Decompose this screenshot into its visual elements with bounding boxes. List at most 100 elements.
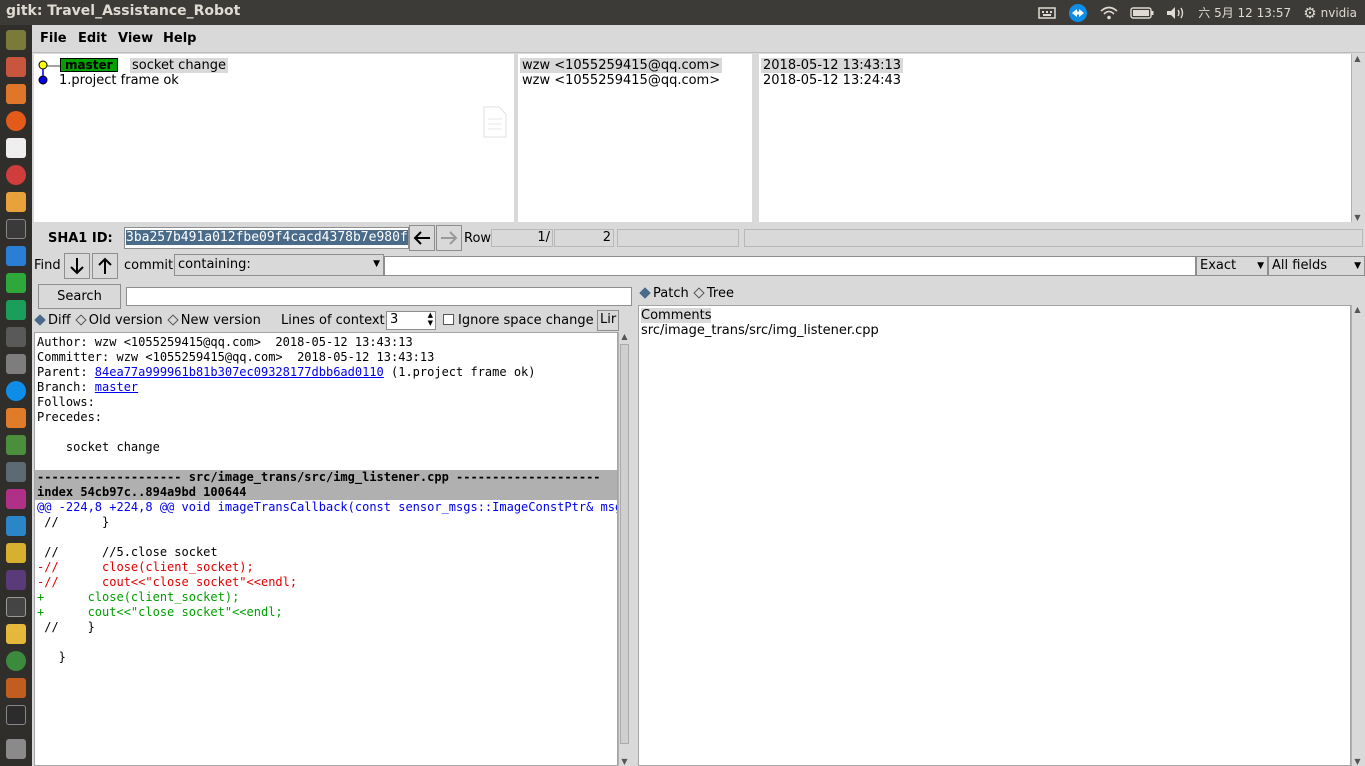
menu-help[interactable]: Help [163, 31, 196, 46]
android-studio-icon[interactable] [6, 651, 26, 671]
find-fields-select[interactable]: All fields ▼ [1268, 256, 1365, 276]
document-icon [483, 106, 507, 138]
file-list-pane[interactable]: Comments src/image_trans/src/img_listene… [638, 305, 1351, 766]
wps-sheet-icon[interactable] [6, 273, 26, 293]
files-icon[interactable] [6, 57, 26, 77]
session-menu[interactable]: ⚙ nvidia [1303, 4, 1357, 22]
commit-date[interactable]: 2018-05-12 13:43:13 [761, 58, 904, 73]
system-monitor-icon[interactable] [6, 327, 26, 347]
gitk-icon[interactable] [6, 678, 26, 698]
scroll-up-icon[interactable]: ▲ [1352, 54, 1363, 63]
app-icon-13[interactable] [6, 354, 26, 374]
firefox-icon[interactable] [6, 111, 26, 131]
radio-icon [693, 287, 705, 299]
scroll-down-icon[interactable]: ▼ [619, 757, 630, 766]
app-icon-26[interactable] [6, 705, 26, 725]
spin-arrows-icon[interactable]: ▲ ▼ [428, 312, 433, 327]
dash-icon[interactable] [6, 30, 26, 50]
wifi-icon[interactable] [1100, 6, 1118, 20]
keyboard-icon[interactable] [1038, 6, 1056, 20]
old-version-radio[interactable]: Old version [75, 313, 163, 328]
tree-radio[interactable]: Tree [693, 286, 734, 301]
radio-selected-icon [639, 287, 651, 299]
trash-icon[interactable] [6, 739, 26, 759]
ignore-space-checkbox[interactable]: Ignore space change [443, 313, 594, 328]
teamviewer-icon[interactable] [1068, 3, 1088, 23]
find-input[interactable] [384, 256, 1196, 276]
file-list-item[interactable]: src/image_trans/src/img_listener.cpp [641, 323, 1348, 338]
app-icon-20[interactable] [6, 543, 26, 563]
text-editor-icon[interactable] [6, 138, 26, 158]
terminal-icon[interactable] [6, 219, 26, 239]
menu-view[interactable]: View [118, 31, 153, 46]
row-label: Row [464, 231, 492, 246]
diff-radio[interactable]: Diff [34, 313, 71, 328]
app-icon-7[interactable] [6, 192, 26, 212]
wps-writer-icon[interactable] [6, 246, 26, 266]
commit-row[interactable]: master socket change [38, 58, 508, 73]
date-pane[interactable]: 2018-05-12 13:43:13 2018-05-12 13:24:43 [759, 54, 1351, 222]
app-icon-15[interactable] [6, 408, 26, 428]
new-version-radio[interactable]: New version [167, 313, 261, 328]
app-icon-18[interactable] [6, 489, 26, 509]
find-mode-select[interactable]: containing: ▼ [174, 254, 384, 276]
back-button[interactable] [409, 225, 435, 251]
app-icon-23[interactable] [6, 624, 26, 644]
settings-icon[interactable] [6, 165, 26, 185]
scroll-up-icon[interactable]: ▲ [619, 332, 630, 341]
line-mode-select[interactable]: Lir [597, 310, 619, 331]
parent-link[interactable]: 84ea77a999961b81b307ec09328177dbb6ad0110 [95, 365, 384, 379]
commit-row[interactable]: 1.project frame ok [38, 73, 508, 88]
scroll-thumb[interactable] [620, 344, 629, 744]
scroll-down-icon[interactable]: ▼ [1352, 213, 1363, 222]
commit-date[interactable]: 2018-05-12 13:24:43 [763, 73, 901, 88]
diff-line-ctx: // //5.close socket [37, 545, 218, 559]
menu-edit[interactable]: Edit [78, 31, 107, 46]
menu-bar: File Edit View Help [32, 25, 1365, 53]
diff-scrollbar[interactable]: ▲ ▼ [618, 332, 630, 766]
teamviewer-launcher-icon[interactable] [6, 381, 26, 401]
find-type[interactable]: commit [124, 258, 173, 273]
commit-subject[interactable]: socket change [130, 58, 229, 73]
commit-author[interactable]: wzw <1055259415@qq.com> [522, 73, 720, 88]
commit-list-scrollbar[interactable]: ▲ ▼ [1351, 54, 1363, 222]
battery-icon[interactable] [1130, 6, 1154, 20]
author-pane[interactable]: wzw <1055259415@qq.com> wzw <1055259415@… [518, 54, 752, 222]
find-match-select[interactable]: Exact ▼ [1196, 256, 1268, 276]
monitor-icon[interactable] [6, 597, 26, 617]
commit-list-pane[interactable]: master socket change 1.project frame ok [34, 54, 514, 222]
index-line: index 54cb97c..894a9bd 100644 [35, 485, 617, 500]
branch-link[interactable]: master [95, 380, 138, 394]
file-list-item[interactable]: Comments [641, 308, 1348, 323]
volume-icon[interactable] [1166, 6, 1186, 20]
menu-file[interactable]: File [40, 31, 67, 46]
find-next-button[interactable] [64, 253, 90, 279]
pycharm-icon[interactable] [6, 300, 26, 320]
row-total: 2 [554, 229, 614, 247]
diff-pane[interactable]: Author: wzw <1055259415@qq.com> 2018-05-… [34, 332, 618, 766]
context-spinbox[interactable]: 3 ▲ ▼ [386, 311, 436, 330]
window-title: gitk: Travel_Assistance_Robot [6, 3, 241, 19]
app-icon-16[interactable] [6, 435, 26, 455]
patch-radio[interactable]: Patch [639, 286, 689, 301]
app-icon-17[interactable] [6, 462, 26, 482]
vscode-icon[interactable] [6, 516, 26, 536]
software-center-icon[interactable] [6, 84, 26, 104]
video-icon[interactable] [6, 570, 26, 590]
search-button[interactable]: Search [38, 284, 121, 309]
branch-tag[interactable]: master [60, 58, 118, 72]
find-prev-button[interactable] [92, 253, 118, 279]
commit-subject[interactable]: 1.project frame ok [59, 73, 179, 88]
forward-button[interactable] [436, 225, 462, 251]
row-current: 1/ [491, 229, 553, 247]
commit-author[interactable]: wzw <1055259415@qq.com> [520, 58, 723, 73]
diff-line-del: -// close(client_socket); [37, 560, 254, 574]
diff-line-ctx: // } [37, 620, 95, 634]
sha1-field[interactable]: 3ba257b491a012fbe09f4cacd4378b7e980f2c69 [124, 227, 409, 249]
scroll-down-icon[interactable]: ▼ [1352, 757, 1363, 766]
search-input[interactable] [126, 287, 632, 306]
commit-message: socket change [37, 440, 160, 454]
scroll-up-icon[interactable]: ▲ [1352, 305, 1363, 314]
clock[interactable]: 六 5月 12 13:57 [1198, 4, 1291, 21]
file-list-scrollbar[interactable]: ▲ ▼ [1351, 305, 1363, 766]
